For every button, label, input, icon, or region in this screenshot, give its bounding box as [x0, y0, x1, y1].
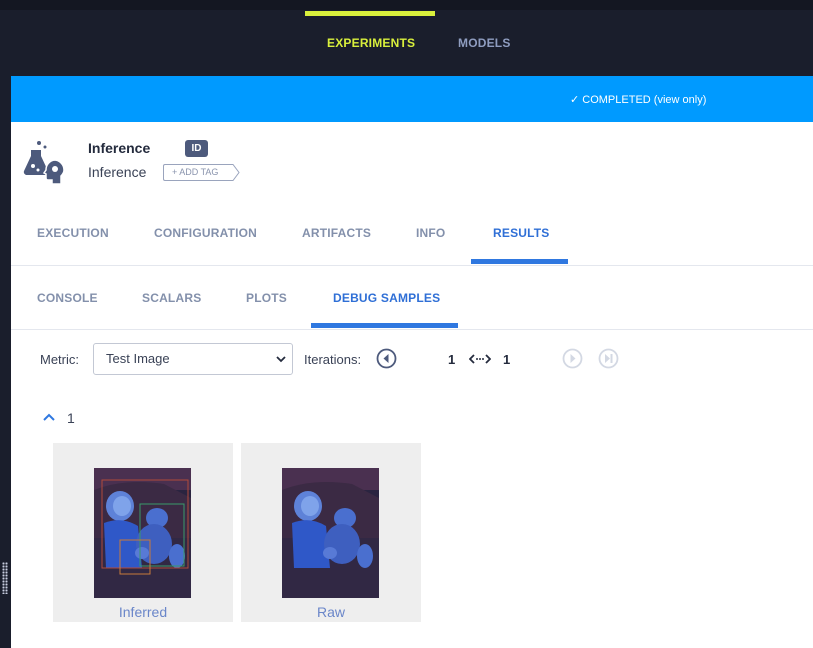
- status-text: ✓ COMPLETED (view only): [570, 94, 707, 106]
- iterations-label: Iterations:: [304, 352, 362, 367]
- sample-image-inferred: [94, 468, 191, 598]
- experiment-name: Inference: [88, 140, 151, 156]
- metric-select[interactable]: Test Image: [93, 343, 293, 375]
- status-banner: ✓ COMPLETED (view only): [11, 76, 813, 122]
- id-badge[interactable]: ID: [185, 140, 208, 157]
- last-iteration-icon[interactable]: [598, 348, 619, 369]
- iteration-to: 1: [503, 352, 511, 367]
- top-navigation-bar: EXPERIMENTS MODELS: [0, 0, 813, 76]
- tab-experiments[interactable]: EXPERIMENTS: [327, 36, 415, 50]
- tab-info[interactable]: INFO: [416, 226, 445, 240]
- sample-card-raw[interactable]: Raw: [241, 443, 421, 622]
- previous-iteration-icon[interactable]: [376, 348, 397, 369]
- debug-samples-tab-indicator: [311, 323, 458, 328]
- add-tag-button[interactable]: + ADD TAG: [163, 164, 229, 181]
- tab-models[interactable]: MODELS: [458, 36, 511, 50]
- results-sub-tabs: CONSOLE SCALARS PLOTS DEBUG SAMPLES: [11, 281, 813, 330]
- results-tab-indicator: [471, 259, 568, 264]
- project-name: Inference: [88, 164, 147, 180]
- tab-debug-samples[interactable]: DEBUG SAMPLES: [333, 291, 440, 305]
- tab-results[interactable]: RESULTS: [493, 226, 550, 240]
- sync-iterations-icon[interactable]: [469, 352, 491, 366]
- chevron-down-icon: [276, 356, 286, 363]
- main-tabs: EXECUTION CONFIGURATION ARTIFACTS INFO R…: [11, 216, 813, 266]
- left-rail: [0, 76, 11, 648]
- tab-configuration[interactable]: CONFIGURATION: [154, 226, 257, 240]
- resize-handle[interactable]: [2, 562, 8, 594]
- tab-plots[interactable]: PLOTS: [246, 291, 287, 305]
- experiment-flask-brain-icon: [23, 141, 65, 185]
- experiments-tab-indicator: [305, 11, 435, 16]
- sample-caption-raw: Raw: [316, 604, 345, 620]
- tab-scalars[interactable]: SCALARS: [142, 291, 201, 305]
- next-iteration-icon[interactable]: [562, 348, 583, 369]
- metric-label: Metric:: [40, 352, 79, 367]
- tab-artifacts[interactable]: ARTIFACTS: [302, 226, 371, 240]
- experiment-details-panel: ✓ COMPLETED (view only) Inference ID Inf…: [11, 76, 813, 648]
- iteration-from: 1: [448, 352, 456, 367]
- sample-card-inferred[interactable]: Inferred: [53, 443, 233, 622]
- tab-console[interactable]: CONSOLE: [37, 291, 98, 305]
- chevron-up-icon[interactable]: [42, 412, 56, 422]
- sample-caption-inferred: Inferred: [118, 604, 168, 620]
- tag-arrow-icon: [228, 164, 240, 181]
- top-strip: [0, 0, 813, 10]
- metric-select-value: Test Image: [106, 351, 170, 366]
- sample-image-raw: [282, 468, 379, 598]
- tab-execution[interactable]: EXECUTION: [37, 226, 109, 240]
- group-label: 1: [67, 410, 75, 426]
